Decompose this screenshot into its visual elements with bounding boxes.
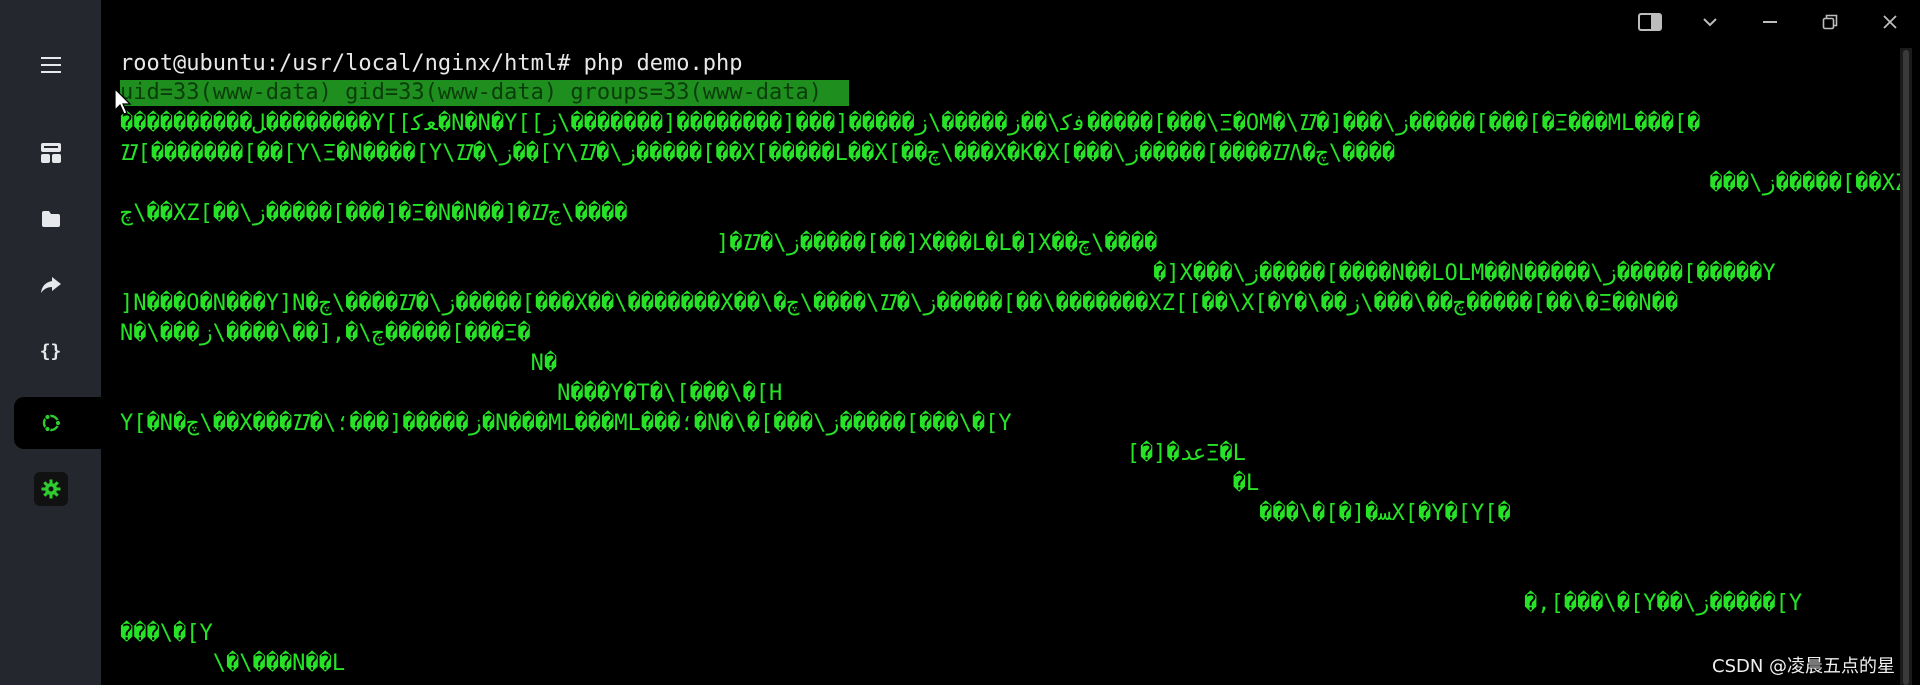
minimize-icon	[1763, 21, 1777, 23]
mouse-cursor-icon	[114, 88, 132, 115]
settings-button[interactable]	[14, 463, 87, 515]
menu-icon	[40, 57, 61, 73]
output-line: ����������ﻞ��������Y[[ﻌﮐ�N�N�Y[[ﻓﮐ\��ﺯ��…	[120, 111, 1701, 136]
output-line: ]�ᮕ�\ﺯ�����[��]X���L�L�]X��ﭺ\����	[120, 231, 1158, 256]
output-line: �]X���\ﺯ�����[����N��LOLM��N�����\ﺯ�����…	[120, 261, 1776, 286]
output-line: ���\�[�]�ﺴX[�Y�[Y[�	[120, 501, 1511, 526]
minimize-button[interactable]	[1748, 8, 1792, 36]
share-icon	[40, 277, 61, 293]
settings-icon-box	[33, 472, 68, 506]
output-line: [�]�ﻋﺪΞ�L	[120, 441, 1246, 466]
scrollbar-thumb[interactable]	[1903, 50, 1909, 685]
selected-output-line[interactable]: uid=33(www-data) gid=33(www-data) groups…	[120, 80, 850, 106]
toggle-sidebar-button[interactable]	[1628, 8, 1672, 36]
chevron-down-icon	[1703, 18, 1717, 27]
restore-icon	[1822, 14, 1838, 30]
watermark: CSDN @凌晨五点的星	[1712, 656, 1896, 677]
dashboard-icon	[40, 143, 61, 163]
output-line: \�\���N��L	[120, 651, 346, 676]
share-button[interactable]	[14, 259, 87, 311]
restore-button[interactable]	[1808, 8, 1852, 36]
ubuntu-terminal-icon	[42, 413, 61, 433]
output-line: ���\�[Y	[120, 621, 213, 646]
dashboard-button[interactable]	[14, 127, 87, 179]
terminal-window: {} root@ubuntu:/usr/local/nginx/html# ph…	[0, 0, 1920, 685]
output-line: ᮕ[�������[��[Y\Ξ�N����[Y\ᮕ�\ﺯ��[Y\ᮕ�\ﺯ��…	[120, 141, 1396, 166]
output-line: N�	[120, 351, 558, 376]
output-line: Y[�N�ﭺ\��X���ᮕ�\ﺯ�����[���؛�N���ML���ML�…	[120, 411, 1012, 436]
gear-icon	[41, 479, 60, 499]
command-prompt: root@ubuntu:/usr/local/nginx/html# php d…	[120, 51, 743, 76]
output-line: ���\ﺯ�����[��XZ[����XZ[�	[1709, 171, 1900, 196]
snippets-button[interactable]: {}	[14, 325, 87, 377]
braces-icon: {}	[39, 340, 62, 362]
menu-button[interactable]	[14, 39, 87, 91]
close-icon	[1883, 15, 1897, 29]
output-line: �L	[120, 471, 1260, 496]
folder-icon	[41, 211, 60, 227]
sidebar: {}	[0, 0, 101, 685]
terminal-output[interactable]: root@ubuntu:/usr/local/nginx/html# php d…	[101, 0, 1900, 685]
close-button[interactable]	[1868, 8, 1912, 36]
output-line: ﭺ\��XZ[��\ﺯ�����[���]�Ξ�N�N��]�ᮕﭺ\����	[120, 201, 628, 226]
terminal-tab-button[interactable]	[14, 397, 101, 449]
dropdown-button[interactable]	[1688, 8, 1732, 36]
output-line: N�\���ﭺ\�,[��\����\ﺯ�����[���Ξ�	[120, 321, 531, 346]
sidebar-toggle-icon	[1638, 13, 1662, 31]
output-line: �,[���\�[Y��\ﺯ�����[Y	[120, 591, 1803, 616]
output-line: N���Y�T�\[���\�[H	[120, 381, 783, 406]
files-button[interactable]	[14, 193, 87, 245]
output-line: ]N���O�N���Y]N�ﭺ\����ᮕ�\ﺯ�����[���X��\��…	[120, 291, 1679, 316]
